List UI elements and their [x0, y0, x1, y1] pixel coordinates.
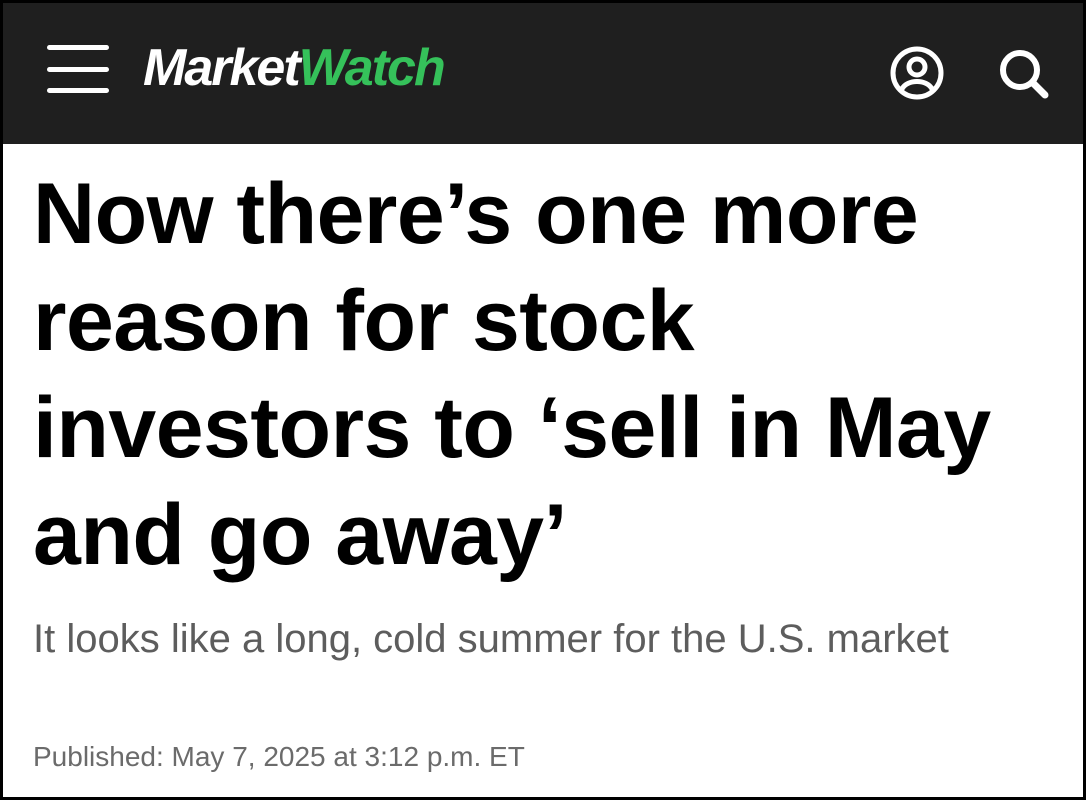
logo-text-market: Market	[143, 39, 301, 97]
article-subheadline: It looks like a long, cold summer for th…	[33, 617, 949, 661]
article-headline: Now there’s one more reason for stock in…	[33, 166, 991, 583]
marketwatch-logo[interactable]: MarketWatch	[143, 33, 446, 103]
menu-line	[47, 88, 109, 93]
top-navigation-bar: MarketWatch	[3, 3, 1083, 144]
menu-line	[47, 45, 109, 50]
logo-text-watch: Watch	[298, 39, 446, 97]
page-frame: MarketWatch Now there’s one more reason …	[0, 0, 1086, 800]
user-profile-icon-svg	[890, 46, 944, 100]
hamburger-menu-icon[interactable]	[45, 41, 111, 97]
search-icon[interactable]	[993, 43, 1053, 103]
menu-line	[47, 67, 109, 72]
search-icon-svg	[1000, 50, 1049, 99]
published-timestamp: Published: May 7, 2025 at 3:12 p.m. ET	[33, 741, 525, 772]
user-profile-icon[interactable]	[887, 43, 947, 103]
